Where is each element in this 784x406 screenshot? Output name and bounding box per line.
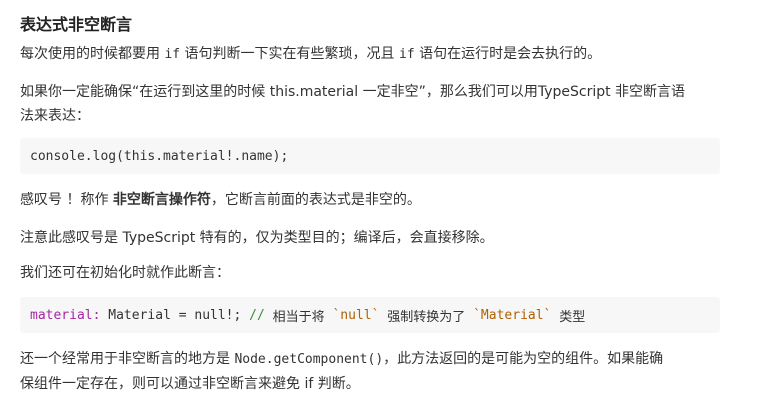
inline-code-if-2: if [399,47,415,62]
p3-text-b: ，它断言前面的表达式是非空的。 [210,192,421,208]
paragraph-3: 感叹号 ！称作 非空断言操作符，它断言前面的表达式是非空的。 [20,188,720,212]
inline-code-if-1: if [164,47,181,62]
paragraph-2: 如果你一定能确保“在运行到这里的时候 this.material 一定非空”，那… [20,80,720,128]
code-comment-2: 强制转换为了 [379,309,474,325]
code-comment-marker: // [249,307,265,323]
p1-text-c: 语句在运行时是会去执行的。 [414,46,602,62]
code-block-1-text: console.log(this.material!.name); [30,148,289,164]
p3-bold-term: 非空断言操作符 [112,192,211,208]
code-var: material: [30,307,101,323]
code-rest: Material = null!; [100,307,250,323]
p2-line-1: 如果你一定能确保“在运行到这里的时候 this.material 一定非空”，那… [20,84,686,100]
p6-text-b: ，此方法返回的是可能为空的组件。如果能确 [383,351,664,367]
code-string-null: `null` [332,307,380,323]
code-block-2: material: Material = null!; // 相当于将 `nul… [20,297,720,333]
code-string-material: `Material` [473,307,552,323]
section-heading: 表达式非空断言 [20,15,133,34]
paragraph-4: 注意此感叹号是 TypeScript 特有的，仅为类型目的；编译后，会直接移除。 [20,230,494,246]
p1-text-a: 每次使用的时候都要用 [20,46,165,62]
inline-code-getcomponent: Node.getComponent() [234,352,384,367]
p6-line-2: 保组件一定存在，则可以通过非空断言来避免 if 判断。 [20,376,360,392]
p2-line-2: 法来表达： [20,108,90,124]
code-comment-1: 相当于将 [264,309,333,325]
code-comment-3: 类型 [551,309,586,325]
paragraph-5: 我们还可在初始化时就作此断言： [20,265,230,281]
article: 表达式非空断言 每次使用的时候都要用 if 语句判断一下实在有些繁琐，况且 if… [0,0,784,406]
p3-text-a: 感叹号 ！称作 [20,192,113,208]
p1-text-b: 语句判断一下实在有些繁琐，况且 [180,46,400,62]
paragraph-1: 每次使用的时候都要用 if 语句判断一下实在有些繁琐，况且 if 语句在运行时是… [20,42,720,67]
paragraph-6: 还一个经常用于非空断言的地方是 Node.getComponent()，此方法返… [20,347,720,396]
code-block-1: console.log(this.material!.name); [20,138,720,174]
p6-text-a: 还一个经常用于非空断言的地方是 [20,351,235,367]
